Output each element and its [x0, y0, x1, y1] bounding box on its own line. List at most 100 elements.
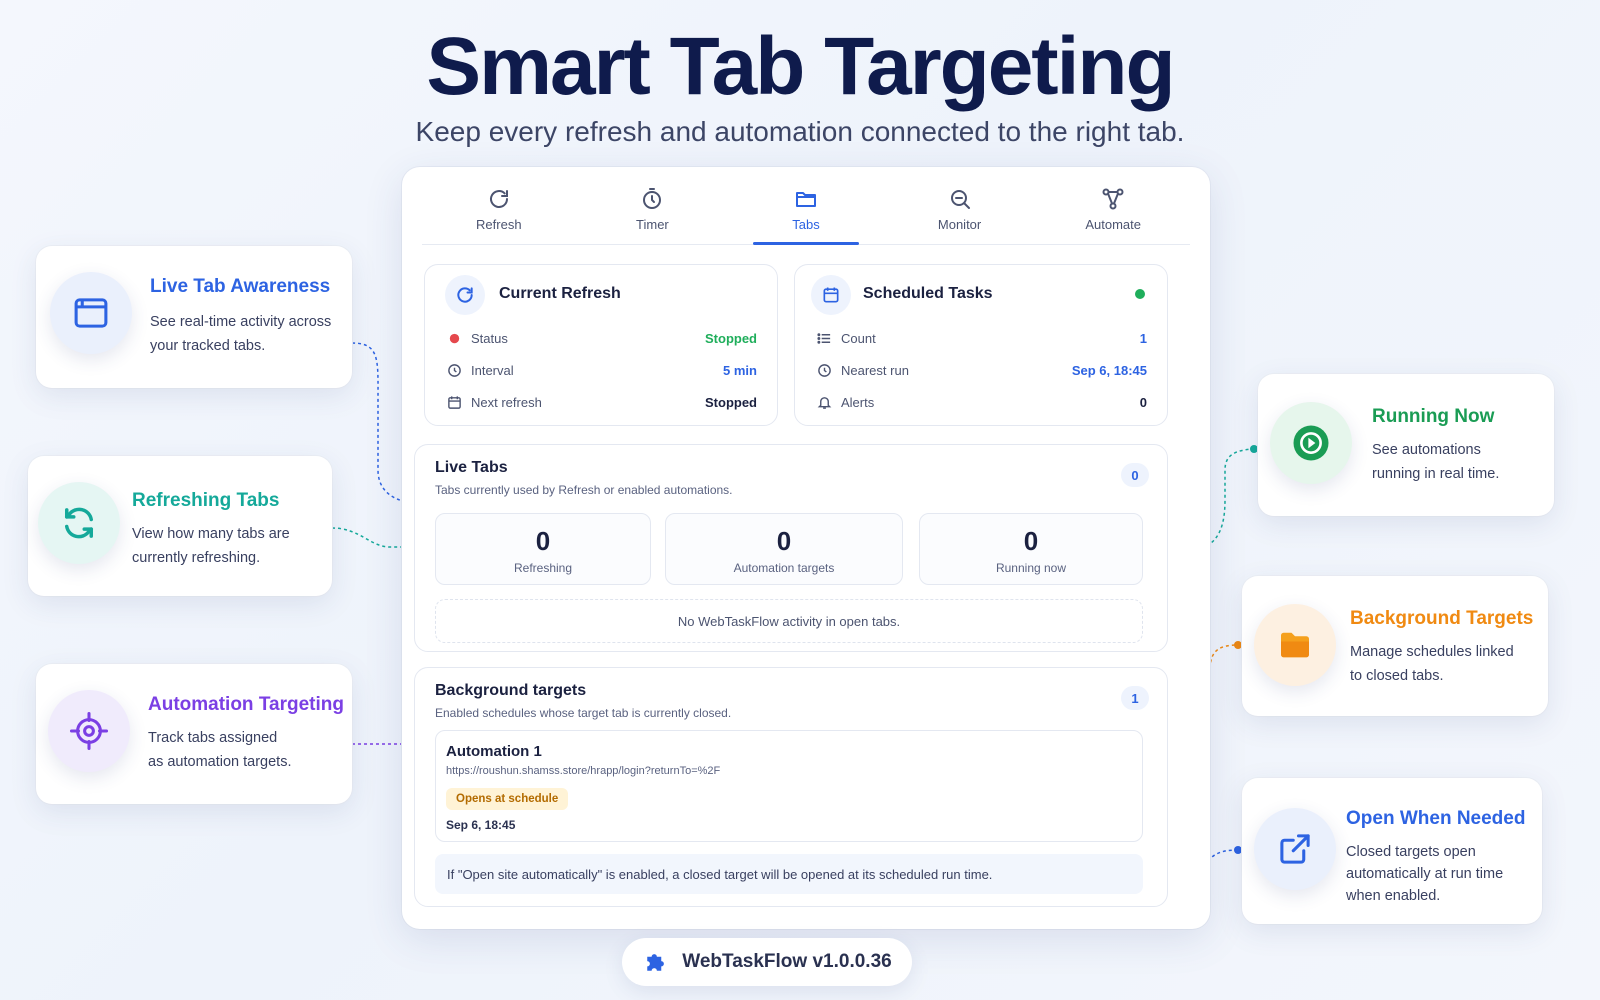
- version-label: WebTaskFlow v1.0.0.36: [682, 951, 892, 972]
- stat-value: 0: [1023, 526, 1039, 556]
- refresh-icon: [489, 190, 508, 208]
- clock-icon: [445, 363, 463, 378]
- feature-desc: See automations: [1372, 442, 1481, 458]
- tab-timer[interactable]: Timer: [576, 175, 730, 244]
- feature-desc: as automation targets.: [148, 754, 292, 770]
- tab-refresh[interactable]: Refresh: [422, 175, 576, 244]
- status-value: Stopped: [705, 330, 757, 346]
- feature-title: Open When Needed: [1346, 808, 1526, 829]
- browser-window-icon: [74, 298, 108, 328]
- magnifier-icon: [950, 190, 970, 209]
- feature-live-tab-awareness: Live Tab Awareness See real-time activit…: [36, 246, 352, 388]
- feature-desc: to closed tabs.: [1350, 668, 1444, 684]
- target-time: Sep 6, 18:45: [446, 818, 516, 832]
- scheduled-tasks-card: Scheduled Tasks Count 1 Nearest run Sep …: [794, 264, 1168, 426]
- refresh-icon-badge: [445, 275, 485, 315]
- flow-icon: [1102, 188, 1124, 210]
- feature-desc: automatically at run time: [1346, 866, 1504, 882]
- list-icon: [815, 331, 833, 346]
- feature-icon-bubble: [48, 690, 130, 772]
- extension-panel: Refresh Timer Tabs Monitor Automate Curr…: [402, 167, 1210, 929]
- alerts-value: 0: [1139, 394, 1147, 410]
- count-value: 1: [1139, 330, 1147, 346]
- schedule-tag: Opens at schedule: [446, 788, 569, 810]
- tab-label: Refresh: [476, 217, 522, 232]
- feature-desc: currently refreshing.: [132, 550, 261, 566]
- feature-desc: running in real time.: [1372, 466, 1500, 482]
- tab-automate[interactable]: Automate: [1036, 175, 1190, 244]
- puzzle-icon: [647, 954, 665, 971]
- feature-desc: when enabled.: [1346, 888, 1441, 904]
- stat-automation-targets: 0 Automation targets: [665, 513, 903, 585]
- feature-desc: Manage schedules linked: [1350, 644, 1514, 660]
- feature-title: Refreshing Tabs: [132, 490, 280, 511]
- card-subtitle: Enabled schedules whose target tab is cu…: [435, 706, 732, 720]
- status-row: Status Stopped: [445, 327, 757, 349]
- version-pill: WebTaskFlow v1.0.0.36: [622, 938, 912, 986]
- row-label: Nearest run: [841, 362, 909, 378]
- tab-tabs[interactable]: Tabs: [729, 175, 883, 245]
- feature-desc: See real-time activity across: [150, 314, 332, 330]
- live-tabs-count-badge: 0: [1121, 463, 1149, 487]
- stat-refreshing: 0 Refreshing: [435, 513, 651, 585]
- stat-running-now: 0 Running now: [919, 513, 1143, 585]
- nearest-run-row: Nearest run Sep 6, 18:45: [815, 359, 1147, 381]
- tab-bar: Refresh Timer Tabs Monitor Automate: [422, 175, 1190, 245]
- stat-label: Running now: [995, 561, 1067, 575]
- refresh-icon: [457, 287, 473, 303]
- bell-icon: [815, 395, 833, 410]
- background-target-item[interactable]: Automation 1 https://roushun.shamss.stor…: [435, 730, 1143, 842]
- external-link-icon: [1280, 834, 1310, 864]
- folder-icon: [1281, 632, 1309, 658]
- tab-monitor[interactable]: Monitor: [883, 175, 1037, 244]
- target-url[interactable]: https://roushun.shamss.store/hrapp/login…: [446, 765, 720, 777]
- stat-label: Automation targets: [733, 561, 835, 575]
- background-targets-card: Background targets Enabled schedules who…: [414, 667, 1168, 907]
- page-subtitle: Keep every refresh and automation connec…: [415, 116, 1185, 147]
- feature-title: Live Tab Awareness: [150, 276, 331, 297]
- stat-label: Refreshing: [513, 561, 573, 575]
- feature-open-when-needed: Open When Needed Closed targets open aut…: [1242, 778, 1542, 924]
- card-subtitle: Tabs currently used by Refresh or enable…: [435, 483, 733, 497]
- row-label: Count: [841, 330, 876, 346]
- feature-desc: Track tabs assigned: [148, 730, 278, 746]
- interval-row: Interval 5 min: [445, 359, 757, 381]
- feature-icon-bubble: [50, 272, 132, 354]
- target-name: Automation 1: [446, 743, 542, 760]
- play-icon: [1293, 425, 1329, 461]
- folder-icon: [795, 192, 816, 207]
- calendar-icon: [445, 395, 463, 410]
- calendar-icon: [823, 287, 839, 303]
- page-title: Smart Tab Targeting: [426, 21, 1175, 112]
- feature-refreshing-tabs: Refreshing Tabs View how many tabs are c…: [28, 456, 332, 596]
- feature-background-targets: Background Targets Manage schedules link…: [1242, 576, 1548, 716]
- clock-icon: [815, 363, 833, 378]
- background-count-badge: 1: [1121, 686, 1149, 710]
- row-label: Alerts: [841, 394, 875, 410]
- info-note: If "Open site automatically" is enabled,…: [435, 854, 1143, 894]
- feature-icon-bubble: [1254, 604, 1336, 686]
- next-refresh-row: Next refresh Stopped: [445, 391, 757, 413]
- nearest-run-value: Sep 6, 18:45: [1071, 362, 1147, 378]
- row-label: Interval: [471, 362, 514, 378]
- card-title: Scheduled Tasks: [863, 285, 993, 302]
- feature-desc: your tracked tabs.: [150, 338, 266, 354]
- next-refresh-value: Stopped: [705, 394, 757, 410]
- row-label: Status: [471, 330, 508, 346]
- card-title: Current Refresh: [499, 285, 621, 302]
- sync-icon: [65, 507, 93, 539]
- tab-label: Timer: [636, 217, 669, 232]
- stat-value: 0: [776, 526, 792, 556]
- crosshair-icon: [69, 711, 109, 751]
- calendar-icon-badge: [811, 275, 851, 315]
- feature-title: Running Now: [1372, 406, 1495, 427]
- card-title: Live Tabs: [435, 459, 508, 476]
- feature-running-now: Running Now See automations running in r…: [1258, 374, 1554, 516]
- current-refresh-card: Current Refresh Status Stopped Interval …: [424, 264, 778, 426]
- feature-icon-bubble: [1254, 808, 1336, 890]
- stat-value: 0: [535, 526, 551, 556]
- feature-desc: View how many tabs are: [132, 526, 290, 542]
- alerts-row: Alerts 0: [815, 391, 1147, 413]
- count-row: Count 1: [815, 327, 1147, 349]
- status-dot-icon: [445, 331, 463, 346]
